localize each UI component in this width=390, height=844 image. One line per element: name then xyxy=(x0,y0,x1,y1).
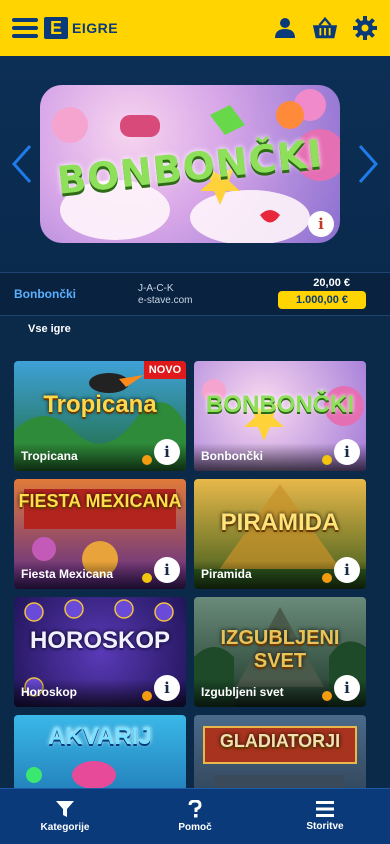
info-icon[interactable]: i xyxy=(154,675,180,701)
info-icon[interactable]: i xyxy=(334,675,360,701)
app: E EIGRE BONBONČKI i Bonbončki J-A-C-K e-… xyxy=(0,0,390,844)
status-dot xyxy=(142,455,152,465)
game-title-art: PIRAMIDA xyxy=(220,509,340,536)
info-icon[interactable]: i xyxy=(308,211,334,237)
nav-label: Kategorije xyxy=(40,822,90,833)
new-badge: NOVO xyxy=(144,361,186,379)
info-icon[interactable]: i xyxy=(154,439,180,465)
game-title-art: IZGUBLJENI SVET xyxy=(220,627,340,672)
game-card-label: Izgubljeni svet xyxy=(201,685,284,699)
min-bet-value: 20,00 € xyxy=(313,277,350,289)
logo-text[interactable]: EIGRE xyxy=(72,20,118,36)
provider-line-1: J-A-C-K xyxy=(138,283,174,294)
user-icon[interactable] xyxy=(272,15,298,41)
info-icon[interactable]: i xyxy=(334,439,360,465)
section-title: Vse igre xyxy=(28,323,71,335)
basket-icon[interactable] xyxy=(312,15,338,41)
status-dot xyxy=(322,573,332,583)
status-dot xyxy=(142,573,152,583)
status-dot xyxy=(142,691,152,701)
provider-line-2: e-stave.com xyxy=(138,295,193,306)
game-card-tropicana[interactable]: Tropicana NOVO Tropicana i xyxy=(14,361,186,471)
gear-icon[interactable] xyxy=(352,15,378,41)
game-title-art: HOROSKOP xyxy=(29,627,170,654)
game-provider: J-A-C-K e-stave.com xyxy=(138,283,192,307)
game-title-art: Tropicana xyxy=(43,391,157,418)
nav-item-help[interactable]: Pomoč xyxy=(130,789,260,844)
top-bar: E EIGRE xyxy=(0,0,390,56)
filter-icon xyxy=(56,801,74,817)
game-card-label: Piramida xyxy=(201,567,252,581)
max-win-badge: 1.000,00 € xyxy=(278,291,366,309)
menu-icon[interactable] xyxy=(12,18,38,38)
game-card-piramida[interactable]: PIRAMIDA Piramida i xyxy=(194,479,366,589)
game-card-izgubljeni-svet[interactable]: IZGUBLJENI SVET Izgubljeni svet i xyxy=(194,597,366,707)
info-icon[interactable]: i xyxy=(154,557,180,583)
nav-label: Storitve xyxy=(306,821,344,832)
status-dot xyxy=(322,691,332,701)
game-card-bonboncki[interactable]: BONBONČKI Bonbončki i xyxy=(194,361,366,471)
game-card-horoskop[interactable]: HOROSKOP Horoskop i xyxy=(14,597,186,707)
bottom-nav: Kategorije Pomoč Storitve xyxy=(0,788,390,844)
game-name[interactable]: Bonbončki xyxy=(14,287,76,301)
game-title-art: BONBONČKI xyxy=(206,391,354,418)
game-title-art: FIESTA MEXICANA xyxy=(18,491,182,511)
nav-item-services[interactable]: Storitve xyxy=(260,789,390,844)
status-dot xyxy=(322,455,332,465)
game-title-art: AKVARIJ xyxy=(48,723,152,750)
game-card-label: Fiesta Mexicana xyxy=(21,567,114,581)
game-card-label: Horoskop xyxy=(21,685,78,699)
menu-icon xyxy=(316,801,334,817)
game-card-fiesta-mexicana[interactable]: FIESTA MEXICANA Fiesta Mexicana i xyxy=(14,479,186,589)
game-title-art: GLADIATORJI xyxy=(219,731,341,751)
chevron-right-icon[interactable] xyxy=(354,144,382,184)
chevron-left-icon[interactable] xyxy=(8,144,36,184)
nav-item-categories[interactable]: Kategorije xyxy=(0,789,130,844)
featured-game-banner[interactable]: BONBONČKI i xyxy=(40,85,340,243)
info-icon[interactable]: i xyxy=(334,557,360,583)
game-card-label: Tropicana xyxy=(21,449,78,463)
nav-label: Pomoč xyxy=(178,822,212,833)
featured-carousel: BONBONČKI i xyxy=(0,56,390,272)
featured-game-details: Bonbončki J-A-C-K e-stave.com 20,00 € 1.… xyxy=(0,272,390,316)
question-icon xyxy=(188,800,202,818)
game-card-label: Bonbončki xyxy=(201,449,263,463)
logo-mark[interactable]: E xyxy=(44,17,68,39)
